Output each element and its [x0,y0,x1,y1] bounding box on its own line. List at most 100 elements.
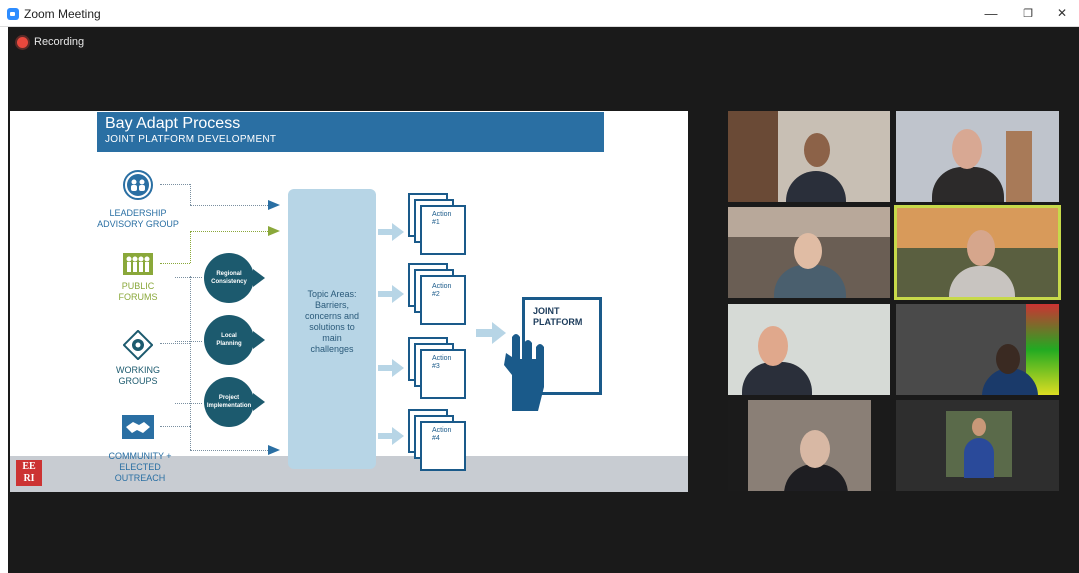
joint-line: JOINT [533,306,560,316]
circle-regional-consistency: Regional Consistency [204,253,254,303]
topic-areas-box: Topic Areas: Barriers, concerns and solu… [288,189,376,469]
action-num: #3 [432,363,440,370]
participant-head [972,418,986,436]
action-num: #1 [432,219,440,226]
connector [175,277,202,278]
circle-local-planning: Local Planning [204,315,254,365]
minimize-button[interactable]: — [974,2,1008,24]
slide-title: Bay Adapt Process [105,115,241,132]
topic-line: main [322,333,342,343]
connector [190,231,191,263]
connector [190,205,268,206]
group-working: WORKING GROUPS [88,365,188,387]
participant-video-2[interactable] [896,111,1059,202]
background-chair [1006,131,1032,202]
connector [160,426,190,427]
action-label-2: Action #2 [432,283,451,299]
background-door [728,111,778,202]
joint-line: PLATFORM [533,317,583,327]
participant-body [964,438,994,478]
participant-video-7[interactable] [728,400,890,491]
circle-line: Consistency [211,279,247,285]
connector [175,341,202,342]
group-line: PUBLIC [121,281,155,291]
group-community: COMMUNITY + ELECTED OUTREACH [90,451,190,484]
joint-text: JOINT PLATFORM [533,306,582,328]
recording-icon [17,36,28,48]
participant-video-6[interactable] [896,304,1059,395]
connector [190,184,191,205]
group-line: WORKING [116,365,160,375]
circle-line: Implementation [206,403,252,409]
group-line: OUTREACH [114,473,166,483]
restore-button[interactable]: ❐ [1011,2,1045,24]
meeting-area: Recording Bay Adapt Process JOINT PLATFO… [8,27,1079,573]
participant-body [786,171,846,202]
arrow-icon [392,427,404,445]
slide-title-bar: Bay Adapt Process JOINT PLATFORM DEVELOP… [97,112,604,152]
arrow-icon [253,269,265,287]
action-label-4: Action #4 [432,427,451,443]
group-line: FORUMS [118,292,158,302]
participant-video-8[interactable] [896,400,1059,491]
logo-line: EE [22,461,36,472]
action-label-3: Action #3 [432,355,451,371]
arrow-icon [253,331,265,349]
people-icon [123,170,153,200]
action-num: #4 [432,435,440,442]
topic-line: Barriers, [314,300,349,310]
participant-video-5[interactable] [728,304,890,395]
circle-line: Regional [216,271,242,277]
participant-video-1[interactable] [728,111,890,202]
topic-line: concerns and [304,311,360,321]
recording-indicator[interactable]: Recording [17,36,84,48]
arrow-icon [253,393,265,411]
participant-head [794,233,822,269]
arrow-stem [378,433,392,439]
group-public-forums: PUBLIC FORUMS [88,281,188,303]
connector [160,184,190,185]
circle-line: Planning [216,341,242,347]
action-text: Action [432,211,452,218]
group-line: LEADERSHIP [109,208,167,218]
circle-project-implementation: Project Implementation [204,377,254,427]
arrow-stem [378,365,392,371]
eeri-logo: EE RI [16,460,42,486]
participant-head [952,129,982,169]
arrow-icon [268,445,280,455]
participant-body [742,362,812,395]
connector [160,263,190,264]
connector [160,343,190,344]
group-line: ADVISORY GROUP [97,219,179,229]
group-line: GROUPS [118,376,158,386]
circle-line: Local [221,333,237,339]
window-title: Zoom Meeting [24,7,101,21]
arrow-icon [392,223,404,241]
topic-line: Topic Areas: [307,289,357,299]
title-bar: Zoom Meeting — ❐ ✕ [0,0,1079,27]
connector [175,403,202,404]
close-button[interactable]: ✕ [1045,2,1079,24]
handshake-icon [122,415,154,439]
arrow-icon [392,285,404,303]
participant-body [774,265,846,298]
zoom-logo-icon [7,8,19,20]
participant-video-4-active-speaker[interactable] [894,205,1061,300]
participant-head [967,230,995,266]
action-text: Action [432,427,452,434]
participant-video-3[interactable] [728,207,890,298]
action-label-1: Action #1 [432,211,451,227]
crowd-icon [123,253,153,275]
group-leadership: LEADERSHIP ADVISORY GROUP [88,208,188,230]
participant-head [996,344,1020,374]
action-num: #2 [432,291,440,298]
topic-text: Topic Areas: Barriers, concerns and solu… [288,289,376,355]
participant-head [800,430,830,468]
connector [190,450,268,451]
arrow-stem [476,329,492,337]
group-line: COMMUNITY + [108,451,172,461]
gear-icon [123,330,153,360]
topic-line: challenges [310,344,354,354]
circle-line: Project [218,395,240,401]
arrow-stem [378,291,392,297]
